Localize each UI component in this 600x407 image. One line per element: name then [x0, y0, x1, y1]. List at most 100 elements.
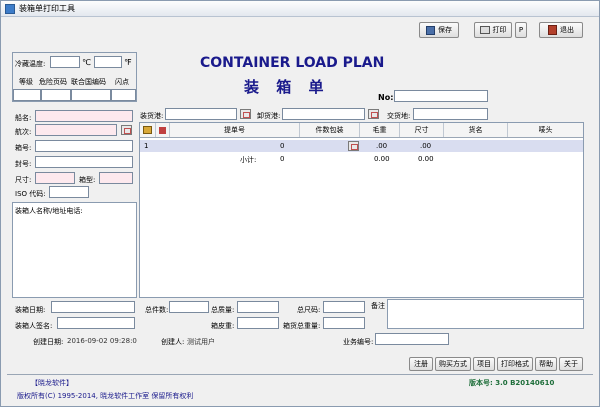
- seal-no-field[interactable]: [35, 156, 133, 168]
- tare-label: 箱皮重:: [211, 322, 235, 330]
- shipper-box[interactable]: 装箱人名称/地址电话:: [12, 202, 137, 298]
- pack-date-field[interactable]: [51, 301, 135, 313]
- un-code-field[interactable]: [71, 89, 111, 101]
- un-code-header: 联合国编码: [71, 78, 106, 86]
- container-total-weight-field[interactable]: [323, 317, 365, 329]
- ship-name-field[interactable]: [35, 110, 133, 122]
- subtotal-pieces: 0: [280, 155, 285, 163]
- hazard-class-field[interactable]: [13, 89, 41, 101]
- created-date-label: 创建日期:: [33, 338, 64, 346]
- iso-code-field[interactable]: [49, 186, 89, 198]
- ship-name-label: 船名:: [15, 114, 32, 122]
- fahrenheit-unit: ℉: [124, 58, 132, 67]
- container-no-field[interactable]: [35, 140, 133, 152]
- creator-value: 测试用户: [187, 338, 215, 346]
- row-pieces: 0: [280, 142, 285, 150]
- fahrenheit-field[interactable]: [94, 56, 122, 68]
- row-gross-weight: .00: [376, 142, 388, 150]
- cold-temp-label: 冷藏温度:: [15, 60, 46, 68]
- title-chinese: 装 箱 单: [244, 78, 330, 96]
- tare-field[interactable]: [237, 317, 279, 329]
- table-row[interactable]: 1 0 .00 .00: [140, 140, 583, 152]
- total-size-label: 总尺码:: [297, 306, 321, 314]
- total-weight-label: 总质量:: [211, 306, 235, 314]
- register-button[interactable]: 注册: [409, 357, 433, 371]
- project-button[interactable]: 项目: [473, 357, 495, 371]
- celsius-field[interactable]: [50, 56, 80, 68]
- packer-sign-field[interactable]: [57, 317, 135, 329]
- size-label: 尺寸:: [15, 176, 32, 184]
- container-no-label: 箱号:: [15, 144, 32, 152]
- voyage-lookup-button[interactable]: [121, 125, 132, 135]
- seal-no-label: 封号:: [15, 160, 32, 168]
- window-title: 装箱单打印工具: [19, 4, 75, 13]
- grid-row-marker-cell: [156, 123, 170, 137]
- box-type-label: 箱型:: [79, 176, 96, 184]
- col-size[interactable]: 尺寸: [400, 123, 444, 137]
- subtotal-gross-weight: 0.00: [374, 155, 390, 163]
- grid-settings-icon: [143, 126, 152, 134]
- grid-header: 提单号 件数包装 毛重 尺寸 货名 唛头: [140, 123, 583, 138]
- discharge-port-lookup-button[interactable]: [368, 109, 379, 119]
- size-field[interactable]: [35, 172, 75, 184]
- total-weight-field[interactable]: [237, 301, 279, 313]
- total-pieces-field[interactable]: [169, 301, 209, 313]
- print-preview-button[interactable]: P: [515, 22, 527, 38]
- total-pieces-label: 总件数:: [145, 306, 169, 314]
- about-button[interactable]: 关于: [559, 357, 583, 371]
- exit-door-icon: [548, 25, 557, 35]
- container-total-weight-label: 箱货总重量:: [283, 322, 321, 330]
- load-port-label: 装货港:: [140, 112, 164, 120]
- business-no-label: 业务编号:: [343, 338, 374, 346]
- shipper-label: 装箱人名称/地址电话:: [15, 207, 83, 215]
- app-icon: [5, 4, 15, 14]
- celsius-unit: ℃: [82, 58, 91, 67]
- grid-settings-cell[interactable]: [140, 123, 156, 137]
- cargo-grid[interactable]: 提单号 件数包装 毛重 尺寸 货名 唛头 1 0 .00 .00 小计: 0 0…: [139, 122, 584, 298]
- col-bl-no[interactable]: 提单号: [170, 123, 300, 137]
- load-port-field[interactable]: [165, 108, 237, 120]
- hazard-page-header: 危险页码: [39, 78, 67, 86]
- print-button[interactable]: 打印: [474, 22, 512, 38]
- app-window: 装箱单打印工具 保存 打印 P 退出 CONTAINER LOAD PLAN 装…: [0, 0, 600, 407]
- exit-button[interactable]: 退出: [539, 22, 583, 38]
- voyage-field[interactable]: [35, 124, 117, 136]
- col-marks[interactable]: 唛头: [508, 123, 583, 137]
- col-pieces[interactable]: 件数包装: [300, 123, 360, 137]
- delivery-place-label: 交货地:: [387, 112, 411, 120]
- discharge-port-field[interactable]: [282, 108, 365, 120]
- iso-code-label: ISO 代码:: [15, 190, 46, 198]
- subtotal-row: 小计: 0 0.00 0.00: [140, 153, 583, 165]
- row-package-lookup-button[interactable]: [348, 141, 359, 151]
- remark-field[interactable]: [387, 299, 584, 329]
- print-format-button[interactable]: 打印格式: [497, 357, 533, 371]
- subtotal-label: 小计:: [240, 156, 257, 164]
- flash-point-field[interactable]: [111, 89, 136, 101]
- voyage-label: 航次:: [15, 128, 32, 136]
- business-no-field[interactable]: [375, 333, 449, 345]
- no-field[interactable]: [394, 90, 488, 102]
- hazard-page-field[interactable]: [41, 89, 71, 101]
- load-port-lookup-button[interactable]: [240, 109, 251, 119]
- floppy-icon: [426, 25, 435, 35]
- col-goods-name[interactable]: 货名: [444, 123, 508, 137]
- row-marker-icon: [159, 126, 166, 134]
- delivery-place-field[interactable]: [413, 108, 488, 120]
- box-type-field[interactable]: [99, 172, 133, 184]
- created-date-value: 2016-09-02 09:28:0: [67, 337, 137, 345]
- col-gross-weight[interactable]: 毛重: [360, 123, 400, 137]
- title-bar: 装箱单打印工具: [1, 1, 599, 17]
- remark-label: 备注: [371, 302, 385, 310]
- version-label: 版本号: 3.0 B20140610: [469, 379, 555, 387]
- brand-label: 【晓龙软件】: [31, 379, 73, 387]
- copyright-label: 版权所有(C) 1995-2014, 晓龙软件工作室 保留所有权利: [17, 392, 194, 400]
- packer-sign-label: 装箱人签名:: [15, 322, 53, 330]
- creator-label: 创建人:: [161, 338, 185, 346]
- total-size-field[interactable]: [323, 301, 365, 313]
- help-button[interactable]: 帮助: [535, 357, 557, 371]
- discharge-port-label: 卸货港:: [257, 112, 281, 120]
- row-size: .00: [420, 142, 432, 150]
- hazard-class-header: 等级: [19, 78, 33, 86]
- purchase-button[interactable]: 购买方式: [435, 357, 471, 371]
- save-button[interactable]: 保存: [419, 22, 459, 38]
